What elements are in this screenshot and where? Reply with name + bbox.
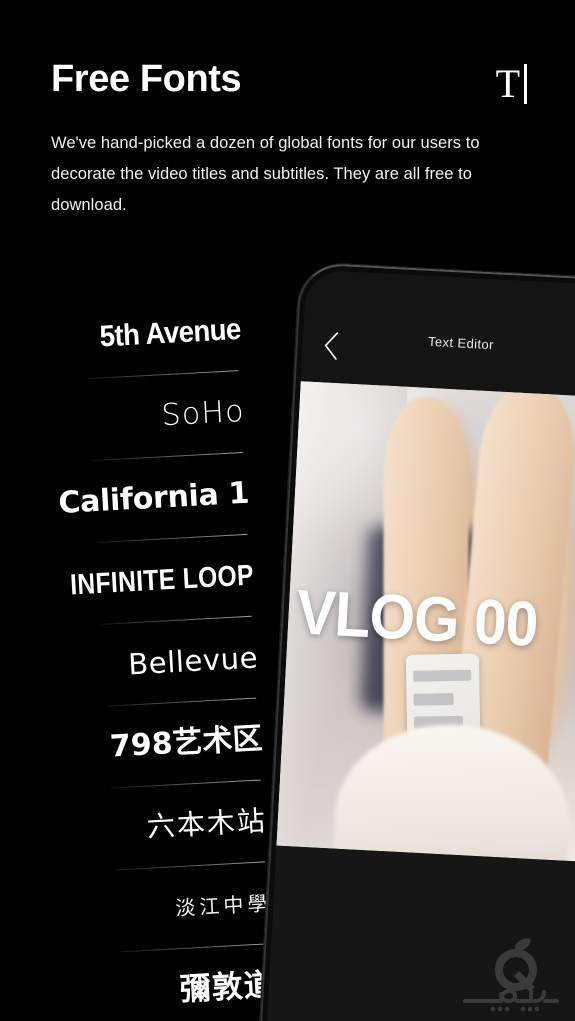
list-item[interactable]: 彌敦道 [24,943,296,1021]
list-item[interactable]: 5th Avenue [0,288,260,384]
text-tool-letter: T [495,61,520,106]
editor-canvas[interactable]: VLOG 00 [276,381,575,863]
list-item[interactable]: California 1 [0,452,269,548]
font-name-label: 淡江中學 [174,891,272,921]
list-item[interactable]: 798艺术区 [11,697,283,793]
text-cursor-icon [524,64,527,104]
font-name-label: INFINITE LOOP [69,559,255,601]
font-name-label: 六本木站 [146,804,268,844]
font-list: 5th Avenue SoHo California 1 INFINITE LO… [0,288,296,1021]
text-tool-icon[interactable]: T [496,63,527,105]
list-item[interactable]: 六本木站 [15,779,287,875]
font-name-label: 798艺术区 [109,721,264,765]
app-screenshot: Free Fonts T We've hand-picked a dozen o… [0,0,575,1021]
page-header: Free Fonts T We've hand-picked a dozen o… [0,0,575,240]
list-item[interactable]: Bellevue [6,616,278,712]
phone-mockup: Text Editor VLOG 00 [258,262,575,1021]
editor-navbar: Text Editor [300,269,575,398]
editor-title: Text Editor [427,333,495,353]
font-name-label: SoHo [160,393,246,434]
phone-screen: Text Editor VLOG 00 [265,269,575,1021]
list-item[interactable]: INFINITE LOOP [2,534,274,630]
list-item[interactable]: 淡江中學 [19,861,291,957]
editor-toolbar-area [265,845,575,1021]
font-name-label: Bellevue [127,639,259,681]
font-name-label: 5th Avenue [98,312,242,354]
page-description: We've hand-picked a dozen of global font… [51,134,480,214]
font-name-label: California 1 [57,475,251,521]
list-item[interactable]: SoHo [0,370,265,466]
page-title: Free Fonts [51,58,242,100]
